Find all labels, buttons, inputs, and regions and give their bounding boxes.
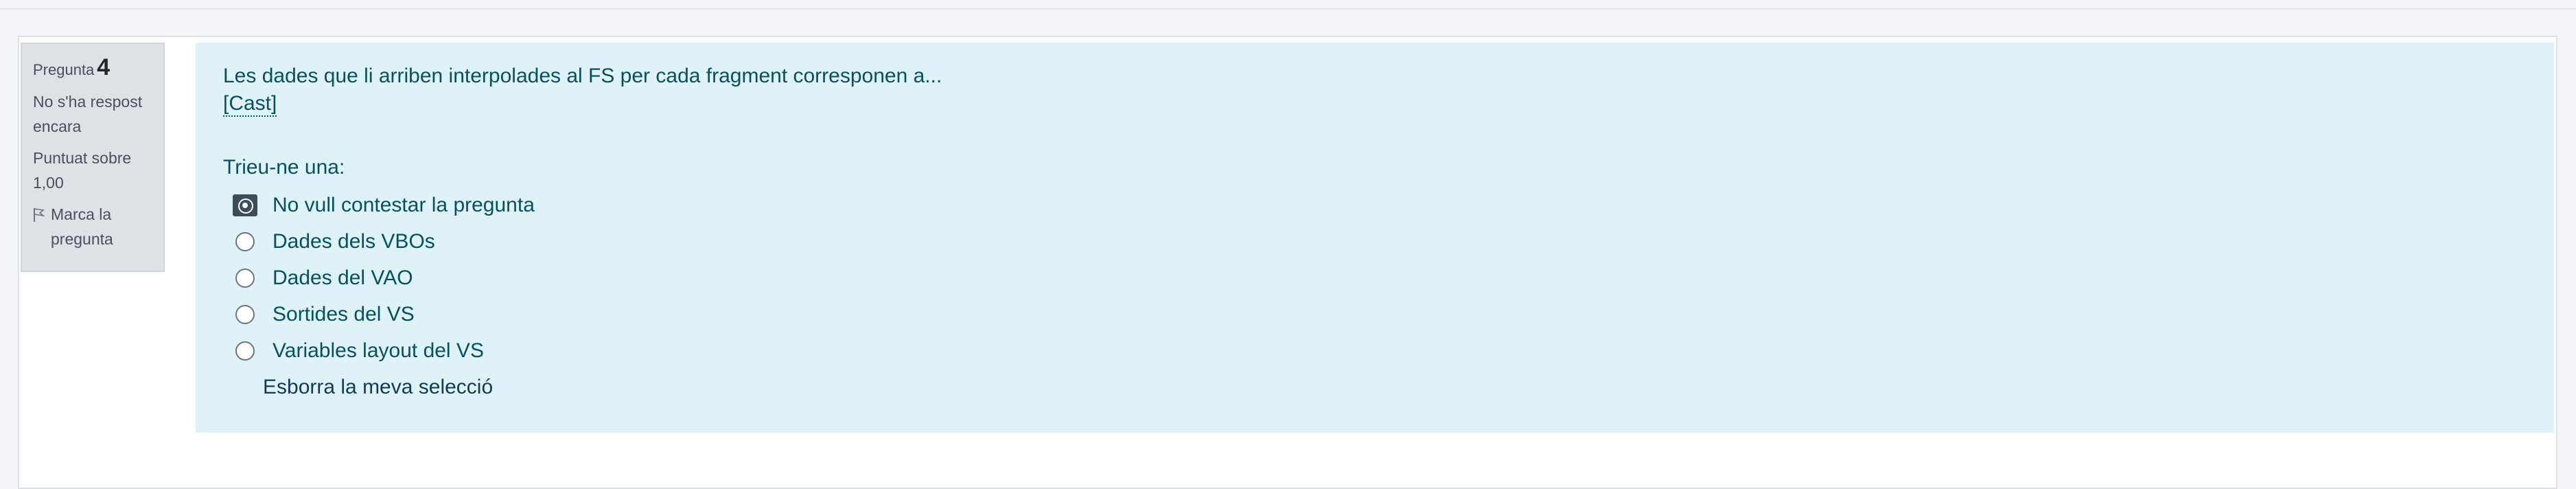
question-text: Les dades que li arriben interpolades al… [223,65,942,87]
answer-option[interactable]: Variables layout del VS [223,332,2527,369]
flag-question-button[interactable]: Marca la pregunta [33,202,152,251]
answer-label: Variables layout del VS [272,339,484,362]
answer-label: Dades dels VBOs [272,229,435,253]
question-content: Les dades que li arriben interpolades al… [196,43,2554,433]
question-state: No s'ha respost encara [33,93,143,135]
divider [0,8,2576,10]
answer-label: Dades del VAO [272,266,413,289]
flag-label: Marca la pregunta [51,205,113,248]
answer-option[interactable]: Sortides del VS [223,296,2527,332]
question-number: 4 [97,54,111,80]
cast-link[interactable]: [Cast] [223,92,277,117]
answer-option[interactable]: Dades del VAO [223,260,2527,296]
answer-prompt: Trieu-ne una: [223,156,345,179]
question-grade: Puntuat sobre 1,00 [33,149,132,192]
answer-label: Sortides del VS [272,302,415,326]
radio-selected[interactable] [233,194,257,216]
question-label: Pregunta [33,61,95,78]
answer-list: No vull contestar la pregunta Dades dels… [223,187,2527,369]
radio-button[interactable] [235,268,255,288]
answer-label: No vull contestar la pregunta [272,193,535,216]
radio-button[interactable] [235,341,255,361]
question-info: Pregunta 4 No s'ha respost encara Puntuat… [21,43,165,272]
radio-button[interactable] [235,231,255,251]
question-heading: Pregunta 4 [33,55,152,82]
flag-icon [34,208,45,222]
answer-option[interactable]: Dades dels VBOs [223,223,2527,260]
answer-option[interactable]: No vull contestar la pregunta [223,187,2527,223]
page: Pregunta 4 No s'ha respost encara Puntuat… [0,0,2576,489]
radio-button[interactable] [235,304,255,324]
clear-selection-link[interactable]: Esborra la meva selecció [263,376,493,399]
